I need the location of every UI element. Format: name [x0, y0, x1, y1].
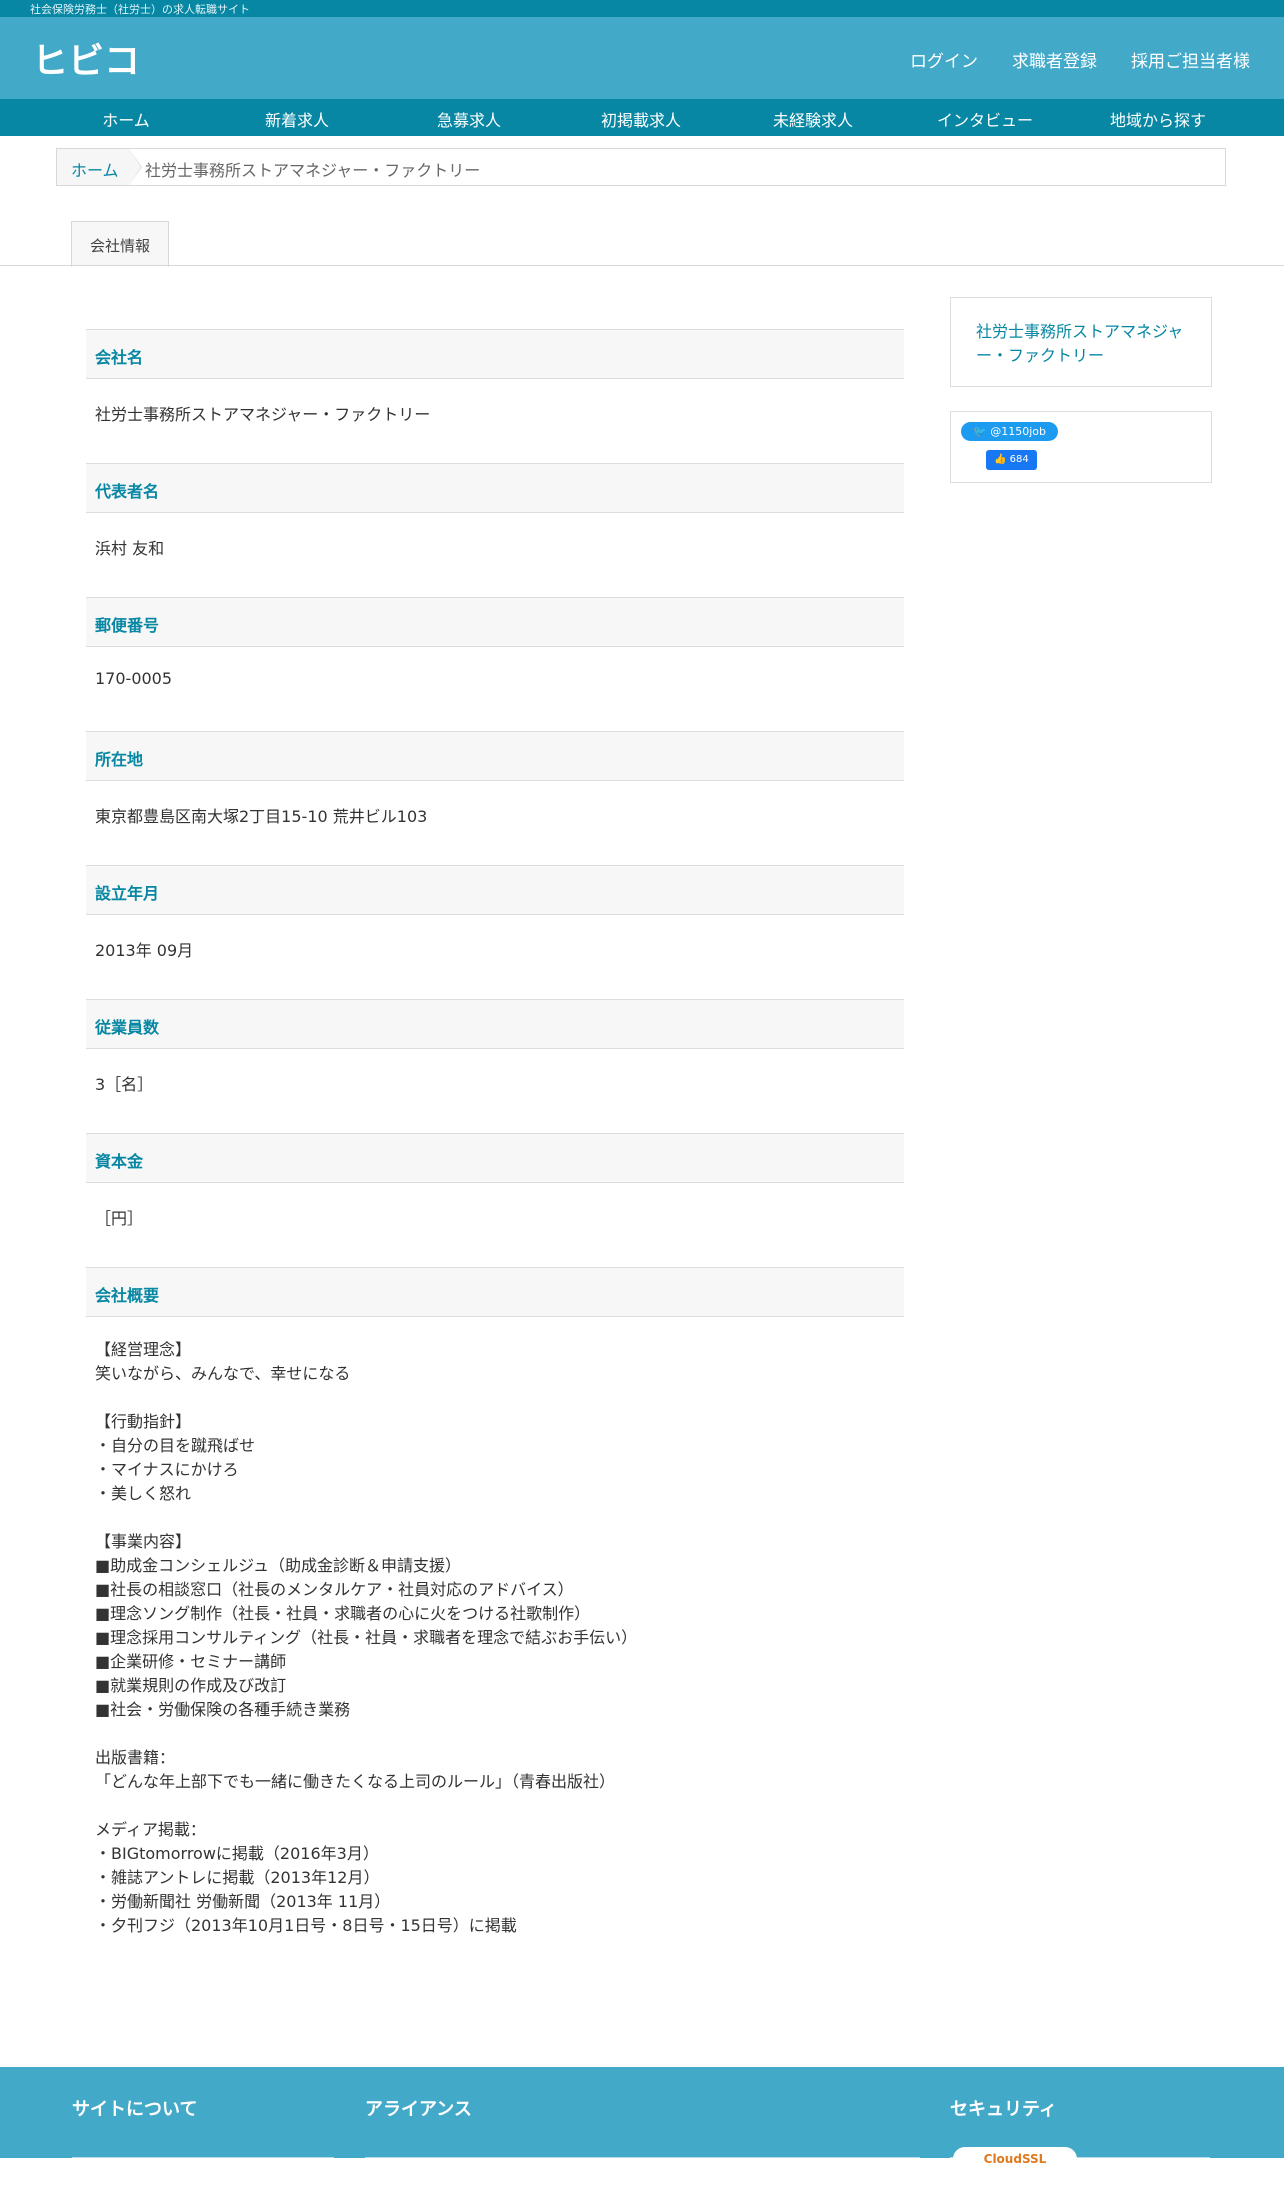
thumbs-up-icon: 👍 [994, 454, 1010, 465]
footer-company-link[interactable]: 会社概要 [72, 2175, 124, 2194]
nav-item-interview[interactable]: インタビュー [937, 107, 1033, 131]
row-label-company-name: 会社名 [86, 329, 904, 379]
row-label-overview: 会社概要 [86, 1267, 904, 1317]
logo-text: ヒビコレ [32, 41, 136, 81]
nav-item-urgent-jobs[interactable]: 急募求人 [437, 107, 501, 131]
row-value-address: 東京都豊島区南大塚2丁目15-10 荒井ビル103 [95, 807, 428, 826]
nav-item-new-jobs[interactable]: 新着求人 [265, 107, 329, 131]
breadcrumb-current: 社労士事務所ストアマネジャー・ファクトリー [145, 161, 481, 180]
breadcrumb-home: ホーム [57, 149, 142, 185]
site-tagline: 社会保険労務士（社労士）の求人転職サイト [30, 3, 250, 16]
breadcrumb-home-link[interactable]: ホーム [71, 157, 119, 181]
row-label-employees: 従業員数 [86, 999, 904, 1049]
nav-item-no-experience[interactable]: 未経験求人 [773, 107, 853, 131]
row-value-capital: ［円］ [95, 1209, 144, 1228]
facebook-like-button[interactable]: 👍 684 [986, 450, 1037, 470]
jobseeker-register-link[interactable]: 求職者登録 [1012, 47, 1097, 72]
nav-item-by-region[interactable]: 地域から探す [1110, 107, 1206, 131]
twitter-follow-button[interactable]: 🐦 @1150job [961, 422, 1058, 441]
ssl-badge[interactable]: CloudSSL [953, 2147, 1077, 2171]
footer-col-about: サイトについて 会社概要 [72, 2095, 334, 2194]
recruiter-link[interactable]: 採用ご担当者様 [1131, 47, 1250, 72]
row-value-representative: 浜村 友和 [95, 539, 165, 558]
footer-about-title: サイトについて [72, 2099, 198, 2120]
row-label-address: 所在地 [86, 731, 904, 781]
site-header: ヒビコレ ログイン 求職者登録 採用ご担当者様 [0, 17, 1284, 99]
row-value-postal-code: 170-0005 [95, 669, 173, 688]
tab-divider [0, 265, 1284, 266]
footer-col-security: セキュリティ [950, 2095, 1210, 2158]
row-value-company-name: 社労士事務所ストアマネジャー・ファクトリー [95, 405, 431, 424]
tab-label: 会社情報 [89, 237, 150, 255]
sidebar-social-box: 🐦 @1150job 👍 684 [950, 411, 1212, 483]
footer-col-alliance: アライアンス [365, 2095, 920, 2158]
site-footer: サイトについて 会社概要 アライアンス セキュリティ CloudSSL [0, 2067, 1284, 2194]
site-logo[interactable]: ヒビコレ [32, 37, 136, 81]
twitter-bird-icon: 🐦 [973, 425, 991, 438]
login-link[interactable]: ログイン [910, 47, 978, 72]
top-strip: 社会保険労務士（社労士）の求人転職サイト [0, 0, 1284, 17]
nav-item-first-listing[interactable]: 初掲載求人 [601, 107, 681, 131]
row-label-established: 設立年月 [86, 865, 904, 915]
facebook-like-count: 684 [1009, 454, 1029, 465]
footer-alliance-title: アライアンス [365, 2099, 472, 2120]
footer-security-title: セキュリティ [950, 2099, 1057, 2120]
row-value-overview: 【経営理念】 笑いながら、みんなで、幸せになる 【行動指針】 ・自分の目を蹴飛ば… [95, 1340, 638, 1935]
row-value-employees: 3［名］ [95, 1075, 154, 1094]
nav-item-home[interactable]: ホーム [102, 107, 150, 131]
row-label-postal-code: 郵便番号 [86, 597, 904, 647]
tab-company-info[interactable]: 会社情報 [71, 221, 169, 267]
twitter-follow-label: @1150job [990, 425, 1046, 438]
row-label-capital: 資本金 [86, 1133, 904, 1183]
row-label-representative: 代表者名 [86, 463, 904, 513]
sidebar-company-box: 社労士事務所ストアマネジャー・ファクトリー [950, 297, 1212, 387]
global-nav: ホーム 新着求人 急募求人 初掲載求人 未経験求人 インタビュー 地域から探す [0, 99, 1284, 136]
row-value-established: 2013年 09月 [95, 941, 194, 960]
breadcrumb: ホーム 社労士事務所ストアマネジャー・ファクトリー [56, 148, 1226, 186]
sidebar-company-link[interactable]: 社労士事務所ストアマネジャー・ファクトリー [976, 320, 1196, 368]
header-nav: ログイン 求職者登録 採用ご担当者様 [910, 47, 1250, 72]
